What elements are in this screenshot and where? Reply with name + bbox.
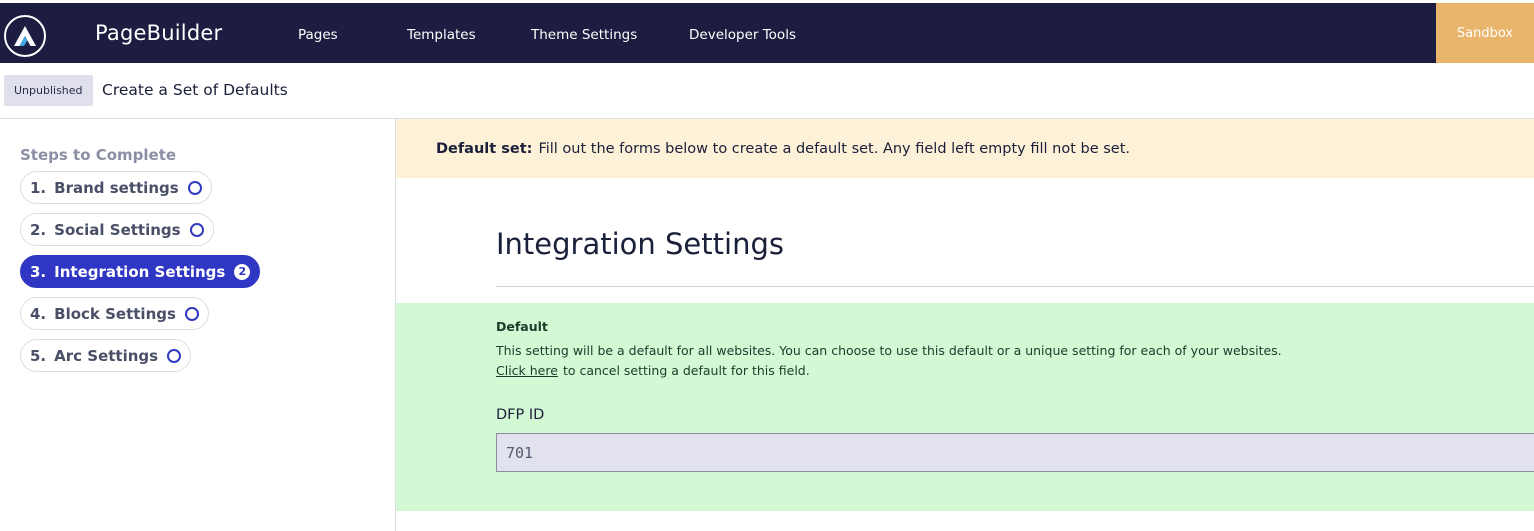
default-panel: Default This setting will be a default f… — [396, 303, 1534, 511]
step-number: 4. — [30, 304, 47, 323]
steps-sidebar: Steps to Complete 1. Brand settings 2. S… — [0, 119, 396, 531]
step-block-settings[interactable]: 4. Block Settings — [20, 297, 209, 330]
page-header: Unpublished Create a Set of Defaults — [0, 63, 1534, 119]
circle-outline-icon — [189, 222, 204, 237]
arc-logo-icon[interactable] — [4, 15, 46, 57]
step-count-badge: 2 — [234, 263, 251, 280]
step-number: 5. — [30, 346, 47, 365]
divider — [496, 286, 1534, 287]
nav-developer-tools[interactable]: Developer Tools — [689, 27, 796, 43]
environment-badge[interactable]: Sandbox — [1436, 3, 1534, 63]
cancel-default-line: Click here to cancel setting a default fo… — [496, 363, 810, 378]
circle-outline-icon — [167, 348, 182, 363]
circle-outline-icon — [184, 306, 199, 321]
nav-theme-settings[interactable]: Theme Settings — [531, 27, 637, 43]
step-arc-settings[interactable]: 5. Arc Settings — [20, 339, 192, 372]
notice-text: Fill out the forms below to create a def… — [538, 140, 1131, 157]
default-set-notice: Default set: Fill out the forms below to… — [396, 119, 1534, 178]
top-nav-bar: PageBuilder Pages Templates Theme Settin… — [0, 0, 1534, 63]
dfp-id-input[interactable] — [496, 433, 1534, 472]
step-label: Arc Settings — [54, 346, 159, 365]
step-label: Brand settings — [54, 178, 179, 197]
step-label: Integration Settings — [54, 262, 226, 281]
app-name[interactable]: PageBuilder — [95, 21, 222, 45]
step-social-settings[interactable]: 2. Social Settings — [20, 213, 214, 246]
nav-templates[interactable]: Templates — [407, 27, 476, 43]
page-title: Create a Set of Defaults — [102, 81, 288, 99]
step-brand-settings[interactable]: 1. Brand settings — [20, 171, 212, 204]
section-title: Integration Settings — [496, 227, 784, 261]
status-badge: Unpublished — [4, 75, 93, 106]
default-description: This setting will be a default for all w… — [496, 343, 1282, 358]
step-number: 2. — [30, 220, 47, 239]
step-number: 3. — [30, 262, 47, 281]
default-label: Default — [496, 319, 548, 334]
cancel-default-text: to cancel setting a default for this fie… — [562, 363, 810, 378]
step-integration-settings[interactable]: 3. Integration Settings 2 — [20, 255, 261, 288]
main-content: Default set: Fill out the forms below to… — [396, 119, 1534, 531]
step-label: Social Settings — [54, 220, 181, 239]
dfp-id-label: DFP ID — [496, 407, 545, 423]
step-label: Block Settings — [54, 304, 176, 323]
step-number: 1. — [30, 178, 47, 197]
nav-pages[interactable]: Pages — [298, 27, 338, 43]
cancel-default-link[interactable]: Click here — [496, 363, 558, 378]
circle-outline-icon — [187, 180, 202, 195]
notice-bold: Default set: — [436, 140, 533, 157]
steps-heading: Steps to Complete — [20, 146, 177, 164]
